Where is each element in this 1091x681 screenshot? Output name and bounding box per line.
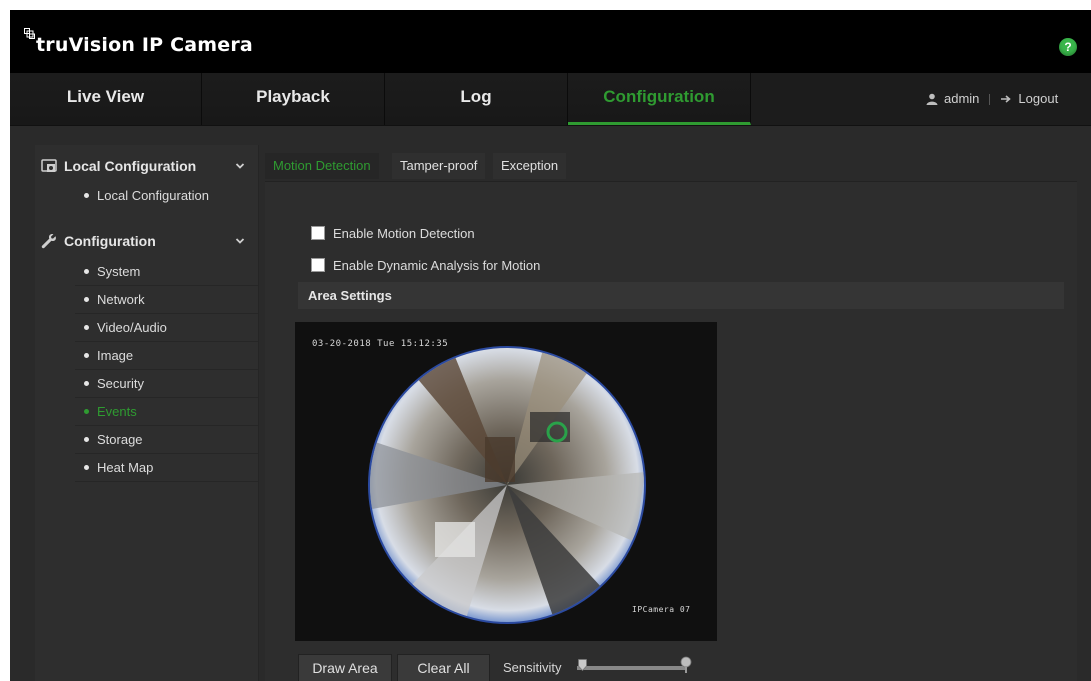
bullet-icon [84, 465, 89, 470]
bullet-icon [84, 437, 89, 442]
user-area: admin Logout [926, 73, 1058, 125]
camera-logo-icon [24, 28, 35, 39]
sidebar-item-video-audio[interactable]: Video/Audio [75, 314, 258, 342]
sidebar-item-image[interactable]: Image [75, 342, 258, 370]
sidebar-item-label: Image [97, 348, 134, 363]
tab-playback[interactable]: Playback [202, 73, 385, 125]
area-settings-header: Area Settings [298, 282, 1064, 309]
main-panel: Motion Detection Tamper-proof Exception … [265, 151, 1077, 681]
app-title: truVision IP Camera [36, 34, 253, 56]
draw-area-button[interactable]: Draw Area [298, 654, 392, 681]
user-name[interactable]: admin [944, 75, 979, 123]
sidebar-item-network[interactable]: Network [75, 286, 258, 314]
local-config-icon [41, 159, 57, 172]
tab-log[interactable]: Log [385, 73, 568, 125]
bullet-icon [84, 381, 89, 386]
bullet-icon [84, 353, 89, 358]
fisheye-image [368, 346, 646, 624]
sidebar-item-security[interactable]: Security [75, 370, 258, 398]
app-window: truVision IP Camera ? Live View Playback… [10, 10, 1091, 681]
enable-motion-detection-checkbox[interactable] [311, 226, 325, 240]
tab-live-view[interactable]: Live View [10, 73, 202, 125]
tab-configuration[interactable]: Configuration [568, 73, 751, 125]
sidebar-item-label: Security [97, 376, 144, 391]
bullet-icon [84, 409, 89, 414]
enable-dynamic-analysis-checkbox[interactable] [311, 258, 325, 272]
enable-dynamic-analysis-row[interactable]: Enable Dynamic Analysis for Motion [311, 255, 540, 275]
toolbar-strip [10, 126, 1091, 145]
sensitivity-label: Sensitivity [503, 660, 562, 675]
sidebar-item-label: Heat Map [97, 460, 154, 475]
sidebar-item-label: Local Configuration [97, 188, 210, 203]
bullet-icon [84, 193, 89, 198]
sidebar-item-label: System [97, 264, 141, 279]
bullet-icon [84, 325, 89, 330]
help-icon[interactable]: ? [1059, 38, 1077, 56]
wrench-icon [41, 233, 56, 249]
tab-exception[interactable]: Exception [493, 153, 567, 179]
sidebar-item-events[interactable]: Events [75, 398, 258, 426]
chevron-down-icon[interactable] [235, 161, 245, 171]
sidebar-item-storage[interactable]: Storage [75, 426, 258, 454]
logout-icon[interactable] [1000, 94, 1013, 104]
area-settings-title: Area Settings [308, 288, 392, 303]
sidebar-item-local-configuration[interactable]: Local Configuration [75, 182, 258, 209]
sidebar-item-label: Video/Audio [97, 320, 167, 335]
sidebar-item-heat-map[interactable]: Heat Map [75, 454, 258, 482]
slider-max-icon [680, 656, 692, 673]
tab-motion-detection[interactable]: Motion Detection [265, 153, 379, 179]
camera-preview[interactable]: 03-20-2018 Tue 15:12:35 IPCamera 07 [295, 322, 717, 641]
chevron-down-icon[interactable] [235, 236, 245, 246]
sub-tabs: Motion Detection Tamper-proof Exception [265, 151, 1077, 182]
clear-all-button[interactable]: Clear All [397, 654, 490, 681]
logo: truVision IP Camera [24, 26, 253, 58]
logout-link[interactable]: Logout [1018, 75, 1058, 123]
header: truVision IP Camera ? [10, 10, 1091, 73]
bullet-icon [84, 269, 89, 274]
slider-handle-icon[interactable] [578, 659, 587, 671]
checkbox-label: Enable Dynamic Analysis for Motion [333, 257, 541, 273]
checkbox-label: Enable Motion Detection [333, 225, 475, 241]
sidebar-group-label: Local Configuration [64, 158, 197, 174]
divider [989, 93, 991, 105]
main-nav: Live View Playback Log Configuration adm… [10, 73, 1091, 126]
sidebar-group-configuration[interactable]: Configuration [35, 222, 258, 260]
tab-tamper-proof[interactable]: Tamper-proof [392, 153, 486, 179]
user-icon [926, 93, 938, 105]
camera-name: IPCamera 07 [632, 605, 691, 614]
sidebar-group-label: Configuration [64, 233, 156, 249]
sidebar: Local Configuration Local Configuration … [35, 145, 259, 681]
sidebar-item-label: Network [97, 292, 145, 307]
sidebar-item-system[interactable]: System [75, 258, 258, 286]
sidebar-item-label: Storage [97, 432, 143, 447]
sensitivity-slider[interactable] [577, 666, 685, 670]
sidebar-item-label: Events [97, 404, 137, 419]
sidebar-group-local-configuration[interactable]: Local Configuration [35, 147, 258, 185]
camera-timestamp: 03-20-2018 Tue 15:12:35 [312, 339, 449, 349]
bullet-icon [84, 297, 89, 302]
enable-motion-detection-row[interactable]: Enable Motion Detection [311, 223, 475, 243]
